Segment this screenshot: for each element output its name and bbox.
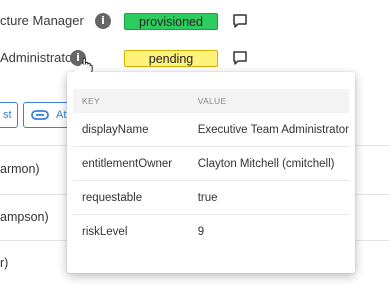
attribute-key: entitlementOwner: [73, 146, 189, 181]
role-name: Administrator: [0, 50, 77, 65]
table-row: entitlementOwner Clayton Mitchell (cmitc…: [73, 146, 349, 181]
column-header-key: KEY: [73, 89, 189, 113]
status-badge-provisioned: provisioned: [124, 13, 218, 30]
attach-icon: [31, 110, 49, 120]
table-row: displayName Executive Team Administrator: [73, 113, 349, 147]
attribute-value: 9: [197, 225, 205, 238]
attribute-value: true: [188, 180, 349, 215]
role-name: cture Manager: [0, 13, 84, 28]
comment-icon[interactable]: [232, 13, 248, 29]
table-header-row: KEY VALUE: [73, 89, 349, 113]
action-button[interactable]: st: [0, 102, 18, 128]
table-row: riskLevel 9: [73, 215, 349, 249]
owner-text: r): [0, 256, 9, 270]
column-header-value: VALUE: [188, 89, 349, 113]
attributes-popover: KEY VALUE displayName Executive Team Adm…: [67, 72, 355, 273]
table-row: requestable true: [73, 180, 349, 215]
info-icon[interactable]: i: [95, 13, 111, 29]
attribute-key: displayName: [73, 113, 189, 147]
owner-text: armon): [0, 162, 40, 176]
attribute-key: requestable: [73, 180, 189, 215]
owner-text: ampson): [0, 210, 49, 224]
status-badge-pending: pending: [124, 50, 218, 67]
attribute-value: Executive Team Administrator: [188, 113, 349, 147]
attribute-key: riskLevel: [82, 225, 128, 238]
comment-icon[interactable]: [232, 50, 248, 66]
attributes-table: KEY VALUE displayName Executive Team Adm…: [73, 89, 349, 248]
attribute-value: Clayton Mitchell (cmitchell): [188, 146, 349, 181]
